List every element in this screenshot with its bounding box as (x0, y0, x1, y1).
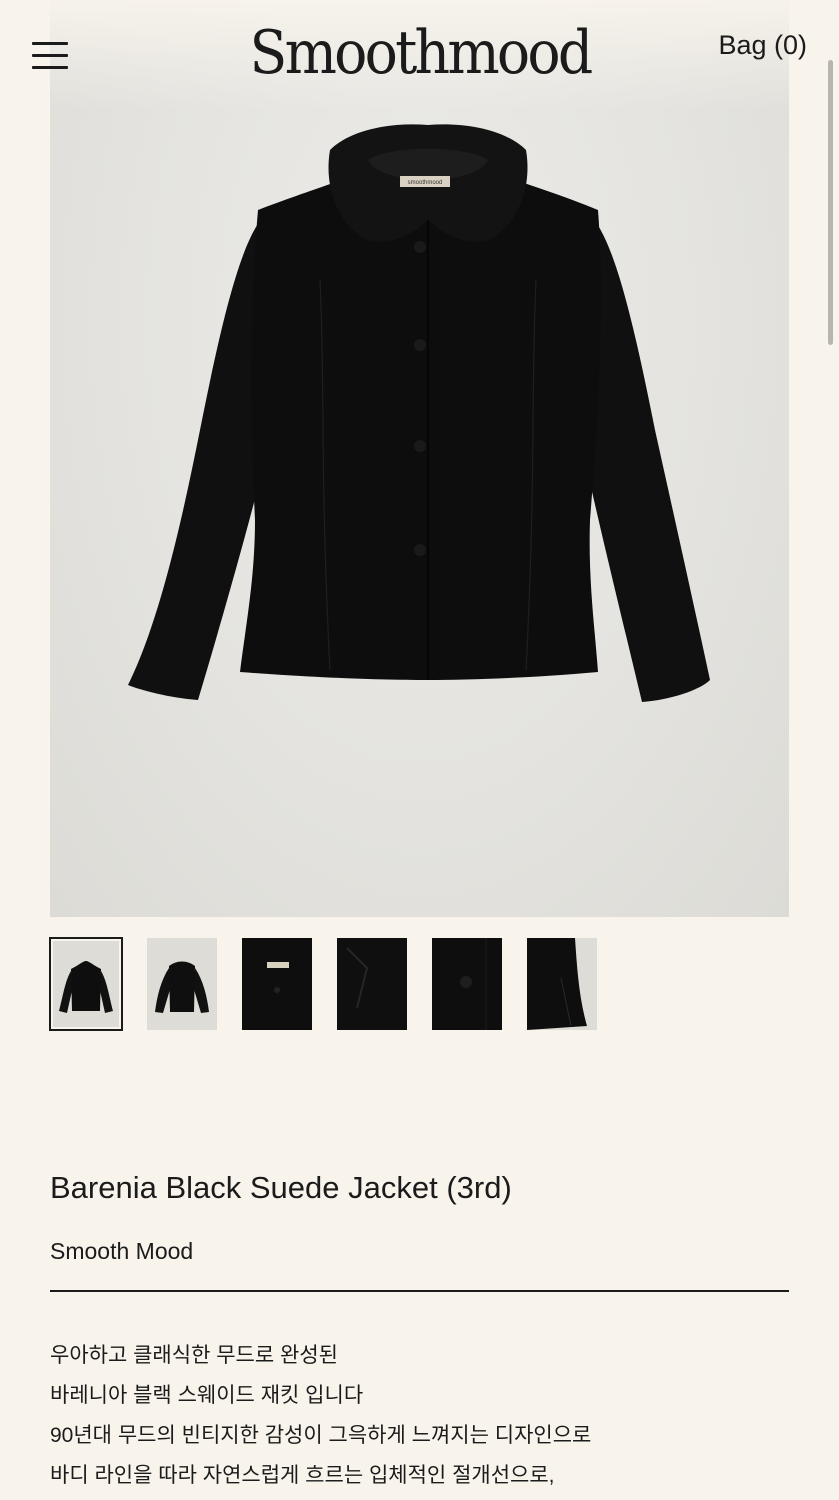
garment-label-text: smoothmood (408, 180, 443, 186)
thumbnail-button-detail[interactable] (432, 938, 502, 1030)
divider (50, 1290, 789, 1292)
product-main-image[interactable]: smoothmood (50, 0, 789, 917)
thumbnail-full-front[interactable] (49, 937, 123, 1031)
description-line: 바레니아 블랙 스웨이드 재킷 입니다 (50, 1384, 364, 1407)
thumbnail-full-side[interactable] (147, 938, 217, 1030)
description-line: 90년대 무드의 빈티지한 감성이 그윽하게 느껴지는 디자인으로 (50, 1424, 592, 1447)
description-line: 바디 라인을 따라 자연스럽게 흐르는 입체적인 절개선으로, (50, 1464, 555, 1487)
jacket-illustration: smoothmood (128, 124, 710, 702)
thumbnail-hem-detail[interactable] (527, 938, 597, 1030)
product-description: 우아하고 클래식한 무드로 완성된 바레니아 블랙 스웨이드 재킷 입니다 90… (50, 1336, 789, 1496)
bag-link[interactable]: Bag (0) (718, 30, 807, 61)
description-line: 우아하고 클래식한 무드로 완성된 (50, 1344, 338, 1367)
thumbnail-1-frame[interactable] (49, 937, 124, 1034)
thumbnail-collar-detail[interactable] (242, 938, 312, 1030)
product-title: Barenia Black Suede Jacket (3rd) (50, 1170, 512, 1205)
site-logo[interactable]: Smoothmood (245, 18, 595, 88)
thumbnail-inner-detail[interactable] (337, 938, 407, 1030)
product-brand[interactable]: Smooth Mood (50, 1238, 193, 1265)
hamburger-menu-icon[interactable] (32, 40, 70, 74)
scrollbar-thumb[interactable] (828, 60, 833, 345)
site-header: Smoothmood Bag (0) (0, 0, 839, 110)
